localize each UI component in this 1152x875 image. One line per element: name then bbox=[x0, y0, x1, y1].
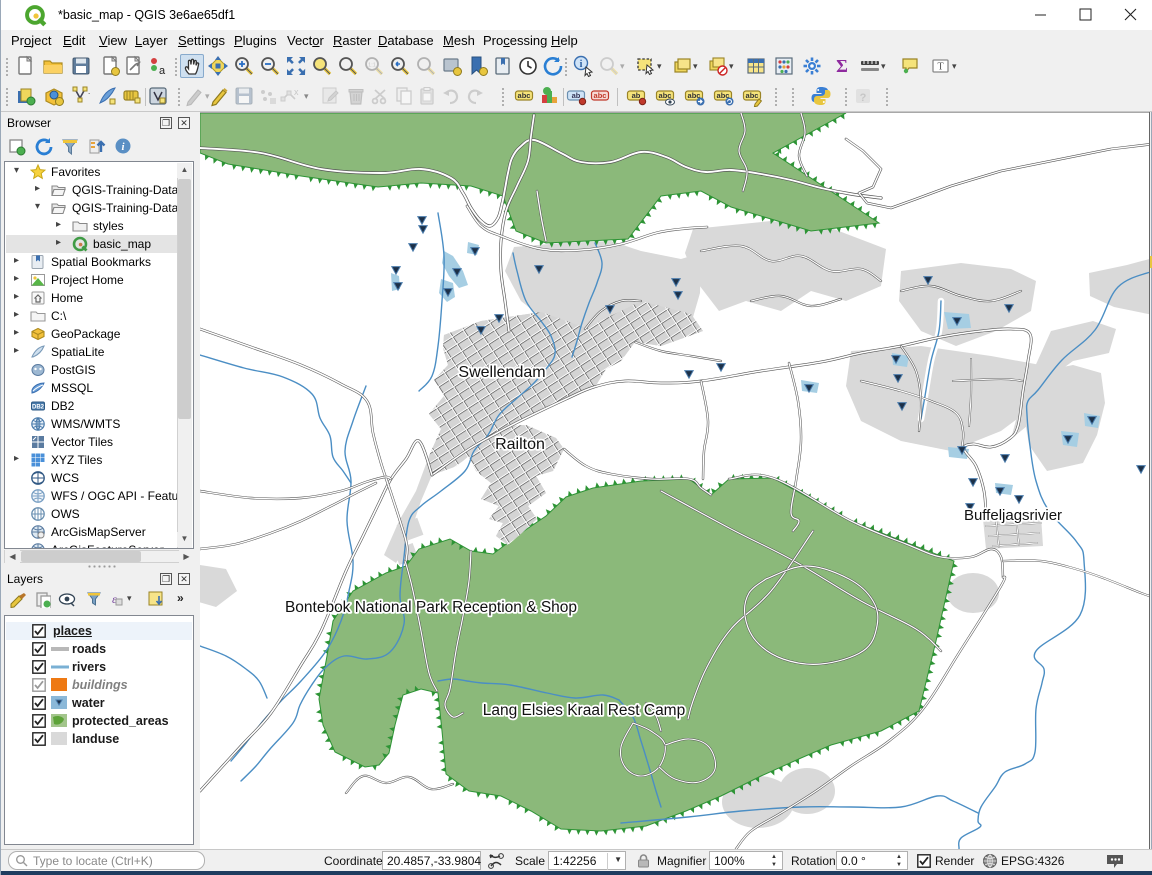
svg-text:Bontebok National Park Recepti: Bontebok National Park Reception & Shop bbox=[285, 599, 577, 616]
svg-text:ab: ab bbox=[572, 91, 581, 100]
svg-text:abc: abc bbox=[594, 91, 607, 100]
svg-text:x: x bbox=[294, 87, 299, 97]
svg-text:abc: abc bbox=[746, 91, 759, 100]
svg-text:Railton: Railton bbox=[495, 436, 545, 453]
svg-text:ab: ab bbox=[632, 91, 641, 100]
svg-text:Swellendam: Swellendam bbox=[458, 364, 545, 381]
svg-text:1:1: 1:1 bbox=[368, 63, 376, 69]
svg-text:abc: abc bbox=[518, 91, 531, 100]
svg-text:a: a bbox=[159, 65, 166, 77]
svg-text:DB2: DB2 bbox=[32, 405, 45, 411]
svg-text:T: T bbox=[937, 62, 943, 73]
svg-text:Lang Elsies Kraal Rest Camp: Lang Elsies Kraal Rest Camp bbox=[483, 702, 685, 719]
svg-text:i: i bbox=[580, 59, 583, 70]
svg-text:Buffeljagsrivier: Buffeljagsrivier bbox=[964, 507, 1062, 524]
svg-text:.: . bbox=[88, 87, 90, 96]
svg-text:Σ: Σ bbox=[836, 56, 848, 76]
svg-text:?: ? bbox=[860, 92, 867, 104]
